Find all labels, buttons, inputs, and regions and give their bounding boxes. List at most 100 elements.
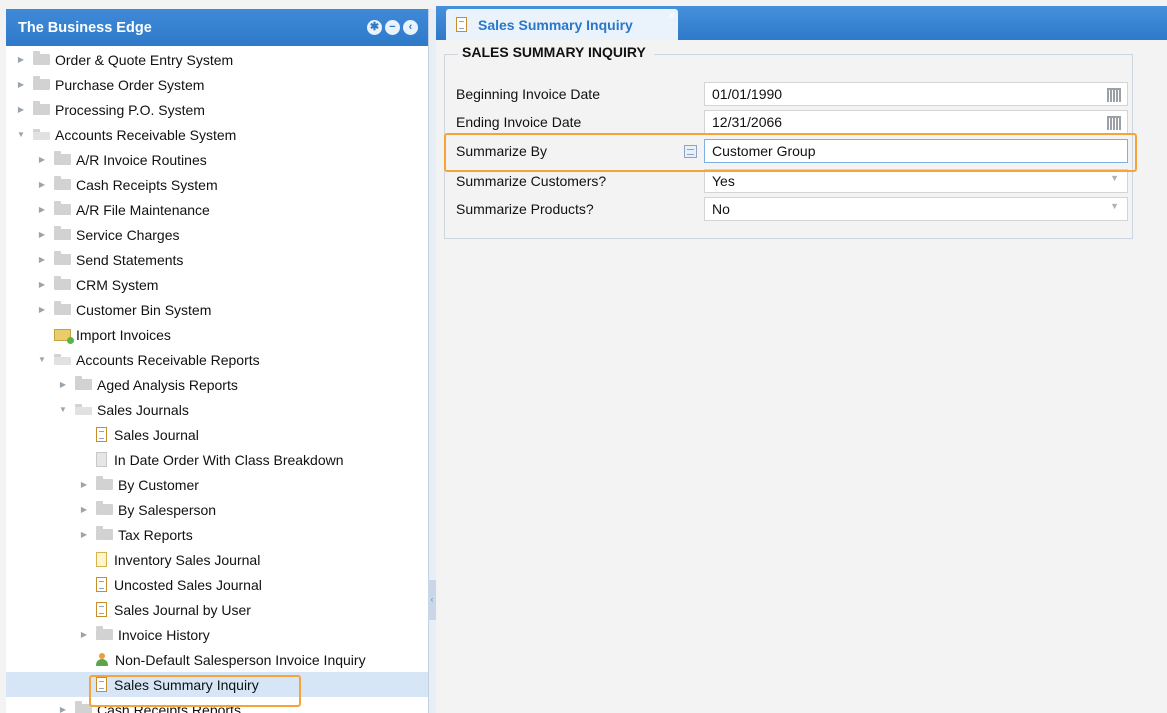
chevron-down-icon[interactable]: ▼ (1110, 173, 1119, 183)
collapse-arrow-icon[interactable]: ▶ (58, 380, 68, 389)
sidebar-header-icons: ✱ − ‹ (367, 20, 418, 35)
collapse-icon[interactable]: − (385, 20, 400, 35)
gear-icon[interactable]: ✱ (367, 20, 382, 35)
collapse-arrow-icon[interactable]: ▶ (16, 105, 26, 114)
beginning-date-label: Beginning Invoice Date (456, 86, 600, 102)
collapse-sidebar-handle[interactable]: ‹ (428, 580, 436, 620)
folder-icon (54, 301, 71, 315)
document-icon (96, 552, 107, 567)
tree-item-label: Order & Quote Entry System (55, 51, 234, 68)
collapse-arrow-icon[interactable]: ▶ (37, 180, 47, 189)
tree-item[interactable]: ▶ Service Charges (6, 222, 428, 247)
expand-arrow-icon[interactable]: ▼ (16, 130, 26, 139)
tree-item-label: Invoice History (118, 626, 210, 643)
collapse-arrow-icon[interactable]: ▶ (79, 480, 89, 489)
collapse-arrow-icon[interactable]: ▶ (16, 55, 26, 64)
folder-icon (96, 626, 113, 640)
ending-date-label: Ending Invoice Date (456, 114, 582, 130)
tree-item[interactable]: Uncosted Sales Journal (6, 572, 428, 597)
summarize-products-select[interactable]: No ▼ (704, 197, 1128, 221)
tree-item[interactable]: ▶ CRM System (6, 272, 428, 297)
fieldset-legend: SALES SUMMARY INQUIRY (458, 44, 654, 60)
tree-item[interactable]: Inventory Sales Journal (6, 547, 428, 572)
back-icon[interactable]: ‹ (403, 20, 418, 35)
collapse-arrow-icon[interactable]: ▶ (37, 255, 47, 264)
expand-arrow-icon[interactable]: ▼ (37, 355, 47, 364)
collapse-arrow-icon[interactable]: ▶ (79, 505, 89, 514)
folder-icon (54, 354, 71, 365)
tree-item[interactable]: ▶ Invoice History (6, 622, 428, 647)
tree-item-label: Purchase Order System (55, 76, 205, 93)
tree-item[interactable]: ▶ Customer Bin System (6, 297, 428, 322)
tree-item[interactable]: Non-Default Salesperson Invoice Inquiry (6, 647, 428, 672)
folder-icon (54, 176, 71, 190)
tree-item[interactable]: ▶ Cash Receipts Reports (6, 697, 428, 713)
app-title: The Business Edge (18, 19, 152, 36)
tree-item[interactable]: ▶ Send Statements (6, 247, 428, 272)
tree-item[interactable]: ▶ A/R Invoice Routines (6, 147, 428, 172)
calendar-icon[interactable] (1107, 88, 1121, 102)
tree-item[interactable]: Import Invoices (6, 322, 428, 347)
tab-title: Sales Summary Inquiry (478, 16, 633, 33)
folder-icon (96, 476, 113, 490)
folder-icon (54, 151, 71, 165)
tree-item-label: Import Invoices (76, 326, 171, 343)
folder-icon (75, 701, 92, 713)
tree-item[interactable]: ▶ A/R File Maintenance (6, 197, 428, 222)
tab-sales-summary-inquiry[interactable]: Sales Summary Inquiry × (446, 9, 678, 40)
tree-item[interactable]: ▶ Purchase Order System (6, 72, 428, 97)
tree-item[interactable]: In Date Order With Class Breakdown (6, 447, 428, 472)
navigation-sidebar: The Business Edge ✱ − ‹ ▶ Order & Quote E… (6, 9, 429, 713)
tree-item[interactable]: ▶ Order & Quote Entry System (6, 47, 428, 72)
beginning-date-value: 01/01/1990 (712, 86, 783, 102)
folder-icon (96, 501, 113, 515)
tree-item-label: In Date Order With Class Breakdown (114, 451, 344, 468)
tree-item[interactable]: Sales Journal by User (6, 597, 428, 622)
tree-item[interactable]: ▶ Tax Reports (6, 522, 428, 547)
tree-item-label: Accounts Receivable Reports (76, 351, 260, 368)
tree-item[interactable]: ▶ By Salesperson (6, 497, 428, 522)
summarize-customers-row: Summarize Customers? Yes ▼ (445, 168, 1134, 194)
collapse-arrow-icon[interactable]: ▶ (37, 280, 47, 289)
chevron-down-icon[interactable]: ▼ (1110, 201, 1119, 211)
collapse-arrow-icon[interactable]: ▶ (16, 80, 26, 89)
collapse-arrow-icon[interactable]: ▶ (79, 630, 89, 639)
document-icon (96, 677, 107, 692)
summarize-customers-value: Yes (712, 173, 735, 189)
tree-item[interactable]: ▶ Aged Analysis Reports (6, 372, 428, 397)
folder-icon (75, 404, 92, 415)
collapse-arrow-icon[interactable]: ▶ (79, 530, 89, 539)
calendar-icon[interactable] (1107, 116, 1121, 130)
expand-arrow-icon[interactable]: ▼ (58, 405, 68, 414)
summarize-customers-label: Summarize Customers? (456, 173, 607, 189)
collapse-arrow-icon[interactable]: ▶ (58, 705, 68, 713)
collapse-arrow-icon[interactable]: ▶ (37, 305, 47, 314)
tree-item-label: Service Charges (76, 226, 180, 243)
tree-item[interactable]: ▼ Accounts Receivable System (6, 122, 428, 147)
tree-item[interactable]: Sales Journal (6, 422, 428, 447)
tree-item-label: Cash Receipts System (76, 176, 218, 193)
tree-item-label: Tax Reports (118, 526, 193, 543)
beginning-date-field[interactable]: 01/01/1990 (704, 82, 1128, 106)
tree-item-label: Customer Bin System (76, 301, 212, 318)
person-icon (96, 652, 108, 667)
tree-item[interactable]: ▶ By Customer (6, 472, 428, 497)
collapse-arrow-icon[interactable]: ▶ (37, 155, 47, 164)
tree-item[interactable]: Sales Summary Inquiry (6, 672, 428, 697)
summarize-customers-select[interactable]: Yes ▼ (704, 169, 1128, 193)
lookup-icon[interactable] (684, 145, 697, 158)
tree-item[interactable]: ▼ Sales Journals (6, 397, 428, 422)
close-icon[interactable]: × (669, 10, 675, 22)
ending-date-field[interactable]: 12/31/2066 (704, 110, 1128, 134)
tree-item[interactable]: ▶ Processing P.O. System (6, 97, 428, 122)
tree-item[interactable]: ▼ Accounts Receivable Reports (6, 347, 428, 372)
document-icon (96, 577, 107, 592)
folder-icon (75, 376, 92, 390)
tree-item-label: Sales Journals (97, 401, 189, 418)
collapse-arrow-icon[interactable]: ▶ (37, 230, 47, 239)
tree-item[interactable]: ▶ Cash Receipts System (6, 172, 428, 197)
summarize-by-field[interactable]: Customer Group (704, 139, 1128, 163)
collapse-arrow-icon[interactable]: ▶ (37, 205, 47, 214)
folder-icon (54, 276, 71, 290)
summarize-products-row: Summarize Products? No ▼ (445, 196, 1134, 222)
